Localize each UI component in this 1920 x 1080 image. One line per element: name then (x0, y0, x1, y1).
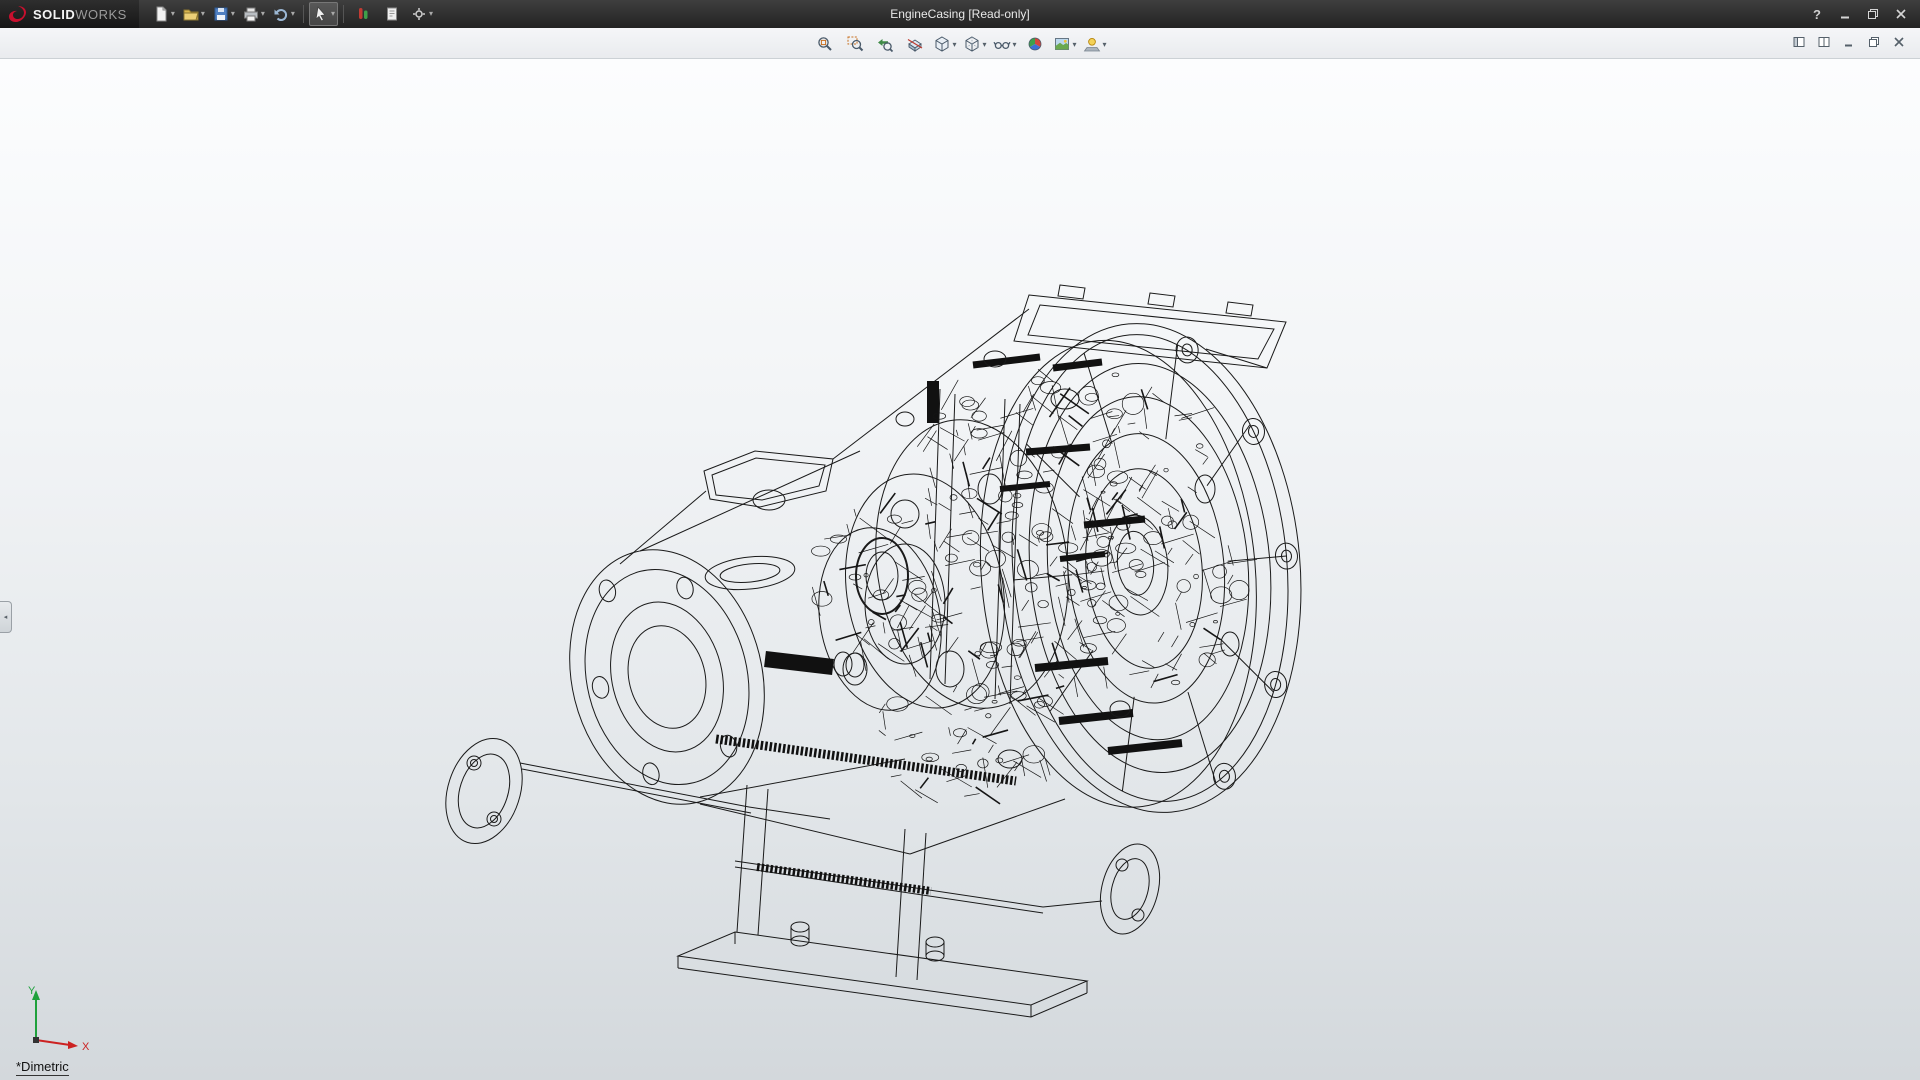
previous-view-button[interactable] (871, 31, 899, 57)
dropdown-arrow[interactable]: ▾ (331, 10, 335, 18)
help-button[interactable]: ? (1806, 4, 1828, 24)
select-cursor-icon (312, 5, 330, 23)
minimize-button[interactable] (1834, 4, 1856, 24)
dropdown-arrow[interactable]: ▾ (261, 10, 265, 18)
solidworks-window: SOLIDWORKS ▾ ▾ ▾ (0, 0, 1920, 1080)
doc-minimize-button[interactable] (1838, 32, 1860, 52)
apply-scene-icon (1053, 35, 1071, 53)
view-orientation-cube-icon (933, 35, 951, 53)
hide-show-items-button[interactable]: ▾ (991, 31, 1019, 57)
heads-up-view-toolbar: ▾ ▾ ▾ (811, 31, 1109, 57)
display-style-icon (963, 35, 981, 53)
doc-minimize-icon (1842, 35, 1856, 49)
open-folder-icon (182, 5, 200, 23)
brand-solid: SOLID (33, 7, 75, 22)
main-toolbar: ▾ ▾ ▾ ▾ (149, 2, 436, 26)
view-orientation-label: *Dimetric (16, 1059, 69, 1076)
file-properties-button[interactable] (378, 2, 406, 26)
hide-show-glasses-icon (993, 35, 1011, 53)
zoom-to-fit-icon (816, 35, 834, 53)
options-button[interactable]: ▾ (407, 2, 436, 26)
base-plate (678, 785, 1087, 1017)
shafts-and-links (433, 729, 1169, 941)
dropdown-arrow[interactable]: ▾ (1072, 40, 1076, 49)
new-document-icon (152, 5, 170, 23)
new-document-button[interactable]: ▾ (149, 2, 178, 26)
reference-triad: Y X (18, 982, 98, 1054)
featuremanager-collapsed-tab[interactable]: ◂ (0, 601, 12, 633)
previous-view-icon (876, 35, 894, 53)
wireframe-clutter (811, 369, 1257, 804)
dropdown-arrow[interactable]: ▾ (982, 40, 986, 49)
document-window-controls (1788, 32, 1910, 52)
rebuild-semaphore-icon (354, 5, 372, 23)
file-properties-icon (383, 5, 401, 23)
close-icon (1895, 8, 1907, 20)
options-gear-icon (410, 5, 428, 23)
heads-up-strip: ▾ ▾ ▾ (0, 28, 1920, 59)
edit-appearance-ball-icon (1026, 35, 1044, 53)
window-controls: ? (1806, 0, 1912, 28)
edit-appearance-button[interactable] (1021, 31, 1049, 57)
undo-icon (272, 5, 290, 23)
zoom-to-area-button[interactable] (841, 31, 869, 57)
section-view-button[interactable] (901, 31, 929, 57)
view-settings-icon (1083, 35, 1101, 53)
mid-body (620, 407, 1086, 854)
dropdown-arrow[interactable]: ▾ (231, 10, 235, 18)
open-button[interactable]: ▾ (179, 2, 208, 26)
restore-button[interactable] (1862, 4, 1884, 24)
dropdown-arrow[interactable]: ▾ (952, 40, 956, 49)
print-icon (242, 5, 260, 23)
pane-left-icon (1792, 35, 1806, 49)
dropdown-arrow[interactable]: ▾ (1012, 40, 1016, 49)
restore-icon (1867, 8, 1879, 20)
doc-restore-icon (1867, 35, 1881, 49)
studs-and-threads (716, 357, 1182, 891)
triad-y-label: Y (28, 985, 36, 997)
print-button[interactable]: ▾ (239, 2, 268, 26)
dropdown-arrow[interactable]: ▾ (429, 10, 433, 18)
undo-button[interactable]: ▾ (269, 2, 298, 26)
select-button[interactable]: ▾ (309, 2, 338, 26)
zoom-to-area-icon (846, 35, 864, 53)
dropdown-arrow[interactable]: ▾ (201, 10, 205, 18)
close-button[interactable] (1890, 4, 1912, 24)
rebuild-button[interactable] (349, 2, 377, 26)
title-bar: SOLIDWORKS ▾ ▾ ▾ (0, 0, 1920, 28)
toolbar-separator (343, 5, 344, 23)
zoom-to-fit-button[interactable] (811, 31, 839, 57)
graphics-viewport[interactable]: Y X *Dimetric ◂ (0, 59, 1920, 1080)
brand-works: WORKS (75, 7, 127, 22)
doc-restore-button[interactable] (1863, 32, 1885, 52)
dropdown-arrow[interactable]: ▾ (1102, 40, 1106, 49)
save-floppy-icon (212, 5, 230, 23)
brand-text: SOLIDWORKS (33, 7, 127, 22)
toolbar-separator (303, 5, 304, 23)
minimize-icon (1839, 8, 1851, 20)
apply-scene-button[interactable]: ▾ (1051, 31, 1079, 57)
section-view-icon (906, 35, 924, 53)
doc-close-button[interactable] (1888, 32, 1910, 52)
pane-split-button[interactable] (1813, 32, 1835, 52)
dropdown-arrow[interactable]: ▾ (291, 10, 295, 18)
dropdown-arrow[interactable]: ▾ (171, 10, 175, 18)
view-settings-button[interactable]: ▾ (1081, 31, 1109, 57)
engine-casing-wireframe (0, 59, 1920, 1080)
doc-close-icon (1892, 35, 1906, 49)
pane-left-button[interactable] (1788, 32, 1810, 52)
top-plate (833, 285, 1286, 459)
pane-split-icon (1817, 35, 1831, 49)
triad-x-label: X (82, 1041, 90, 1053)
expand-panel-icon: ◂ (4, 613, 8, 621)
view-orientation-button[interactable]: ▾ (931, 31, 959, 57)
save-button[interactable]: ▾ (209, 2, 238, 26)
display-style-button[interactable]: ▾ (961, 31, 989, 57)
document-title: EngineCasing [Read-only] (890, 7, 1029, 21)
solidworks-logo: SOLIDWORKS (0, 0, 139, 28)
ds-logo-icon (8, 5, 28, 23)
